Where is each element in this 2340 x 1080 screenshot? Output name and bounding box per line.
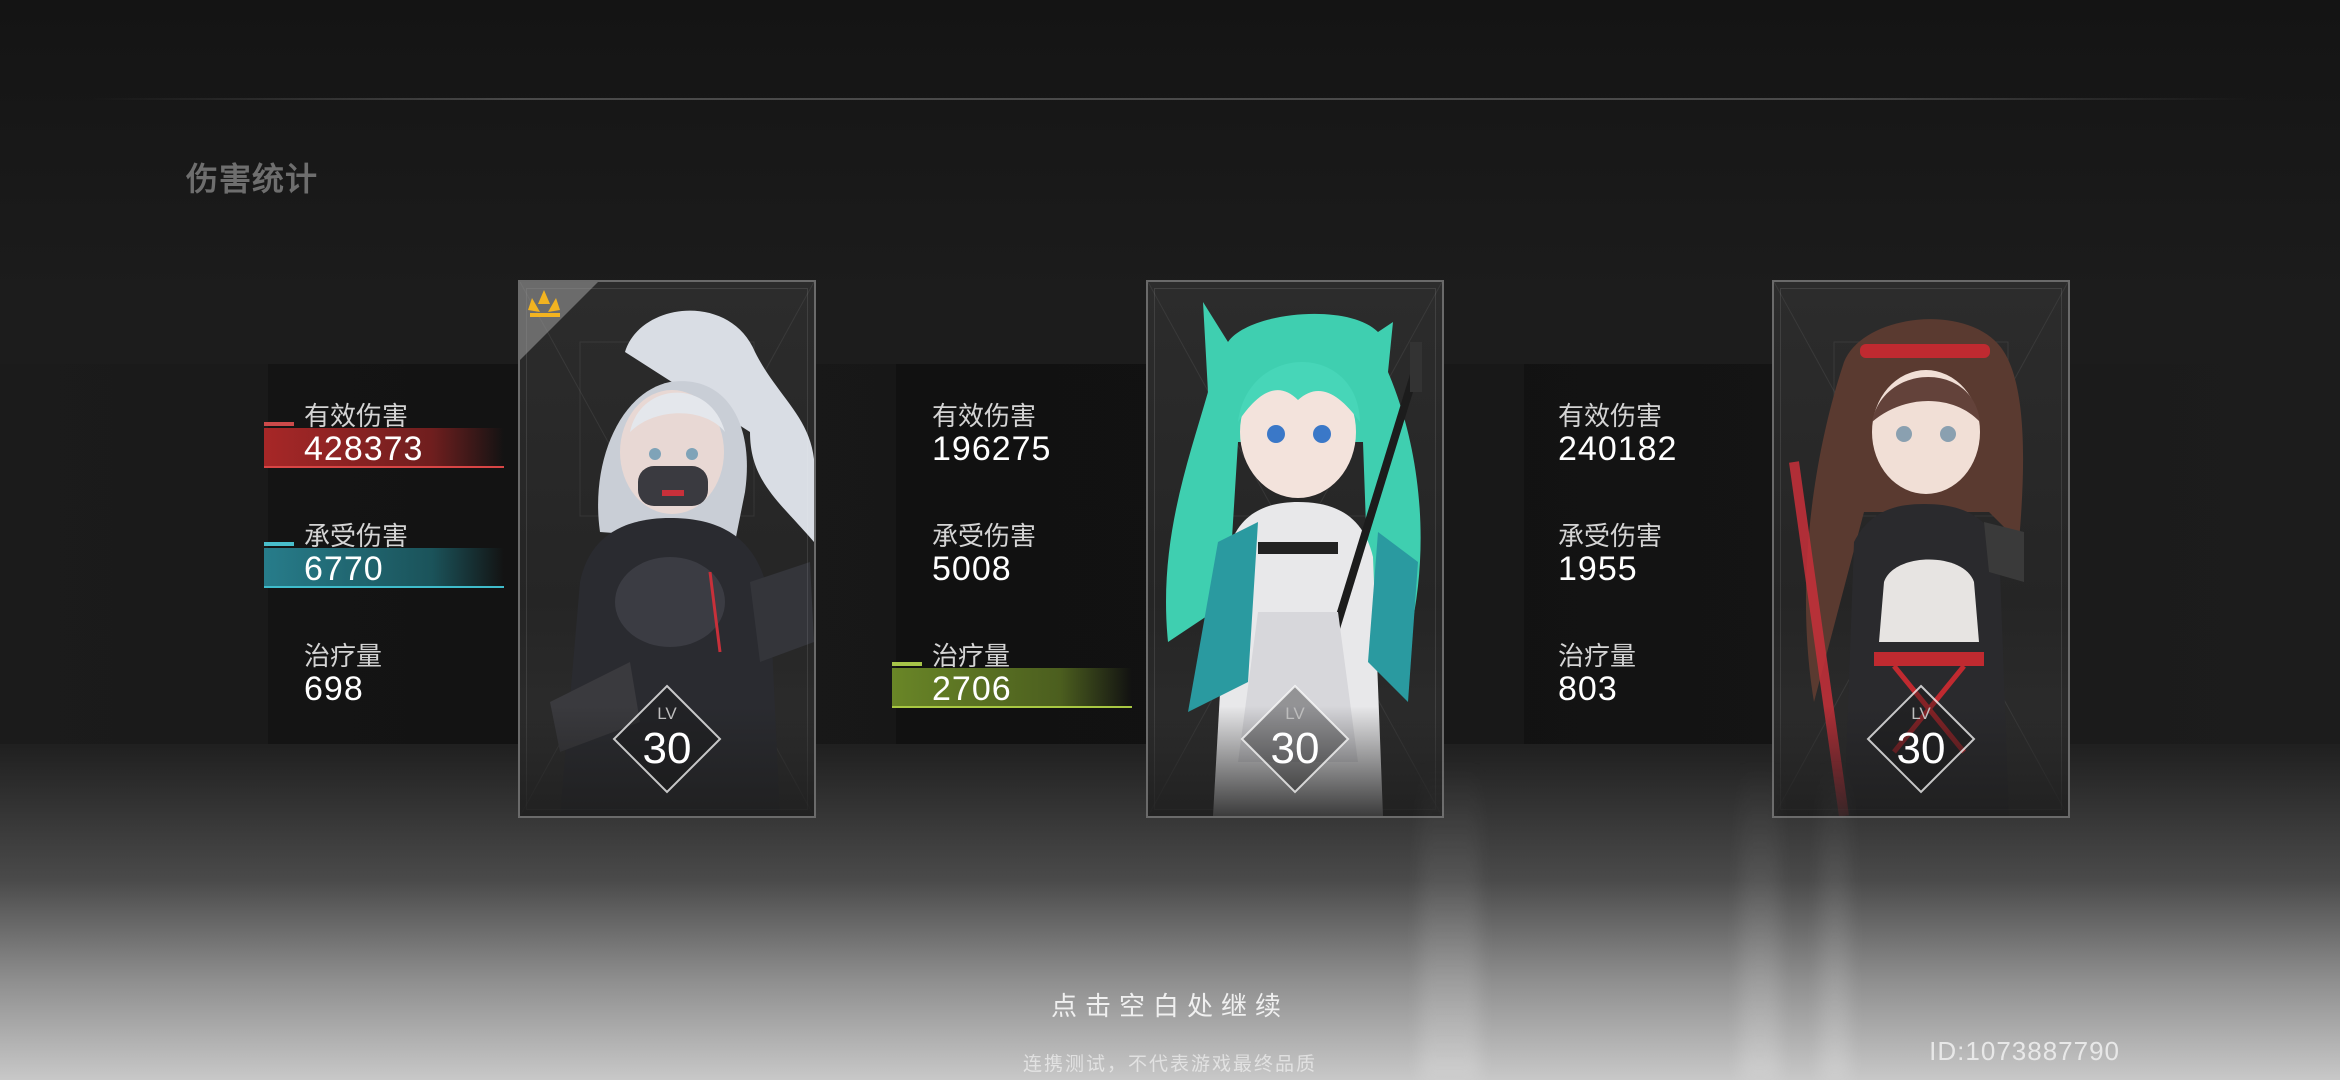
header-divider	[90, 98, 2250, 100]
mvp-badge-icon	[520, 282, 598, 360]
healing-label: 治疗量	[1558, 641, 1637, 671]
continue-hint[interactable]: 点击空白处继续	[0, 986, 2340, 1023]
damage-taken-stat: 承受伤害 6770	[264, 516, 534, 636]
level-label: LV	[657, 704, 677, 723]
level-value: 30	[1270, 724, 1320, 773]
highlight-tag	[892, 662, 922, 666]
healing-value: 2706	[932, 670, 1012, 708]
effective-damage-stat: 有效伤害 196275	[892, 396, 1162, 516]
effective-damage-value: 428373	[304, 430, 424, 468]
character-card-2[interactable]: LV 30	[1146, 280, 1444, 818]
highlight-tag	[264, 422, 294, 426]
light-streak	[1740, 760, 1780, 1080]
damage-taken-stat: 承受伤害 5008	[892, 516, 1162, 636]
effective-damage-stat: 有效伤害 240182	[1518, 396, 1788, 516]
level-value: 30	[1896, 724, 1946, 773]
damage-taken-value: 6770	[304, 550, 384, 588]
character-card-1[interactable]: LV 30	[518, 280, 816, 818]
highlight-tag	[264, 542, 294, 546]
healing-stat: 治疗量 2706	[892, 636, 1162, 756]
highlight-bar	[264, 542, 504, 588]
light-streak	[1820, 760, 1850, 1080]
effective-damage-label: 有效伤害	[1558, 401, 1663, 431]
page-title: 伤害统计	[186, 161, 319, 197]
effective-damage-value: 240182	[1558, 430, 1678, 468]
character-2-stats: 有效伤害 196275 承受伤害 5008 治疗量 2706	[892, 396, 1162, 756]
damage-taken-label: 承受伤害	[1558, 521, 1663, 551]
healing-value: 698	[304, 670, 364, 708]
healing-label: 治疗量	[304, 641, 383, 671]
effective-damage-label: 有效伤害	[304, 401, 409, 431]
healing-value: 803	[1558, 670, 1618, 708]
character-3-stats: 有效伤害 240182 承受伤害 1955 治疗量 803	[1518, 396, 1788, 756]
light-streak	[1420, 760, 1480, 1080]
damage-taken-value: 1955	[1558, 550, 1638, 588]
healing-stat: 治疗量 698	[264, 636, 534, 756]
effective-damage-stat: 有效伤害 428373	[264, 396, 534, 516]
damage-taken-label: 承受伤害	[304, 521, 409, 551]
effective-damage-label: 有效伤害	[932, 401, 1037, 431]
healing-label: 治疗量	[932, 641, 1011, 671]
healing-stat: 治疗量 803	[1518, 636, 1788, 756]
highlight-bar	[892, 662, 1132, 708]
damage-taken-label: 承受伤害	[932, 521, 1037, 551]
character-1-stats: 有效伤害 428373 承受伤害 6770 治疗量 698	[264, 396, 534, 756]
level-label: LV	[1285, 704, 1305, 723]
level-label: LV	[1911, 704, 1931, 723]
effective-damage-value: 196275	[932, 430, 1052, 468]
user-id: ID:1073887790	[1929, 1036, 2120, 1066]
damage-taken-value: 5008	[932, 550, 1012, 588]
damage-taken-stat: 承受伤害 1955	[1518, 516, 1788, 636]
character-card-3[interactable]: LV 30	[1772, 280, 2070, 818]
level-value: 30	[642, 724, 692, 773]
